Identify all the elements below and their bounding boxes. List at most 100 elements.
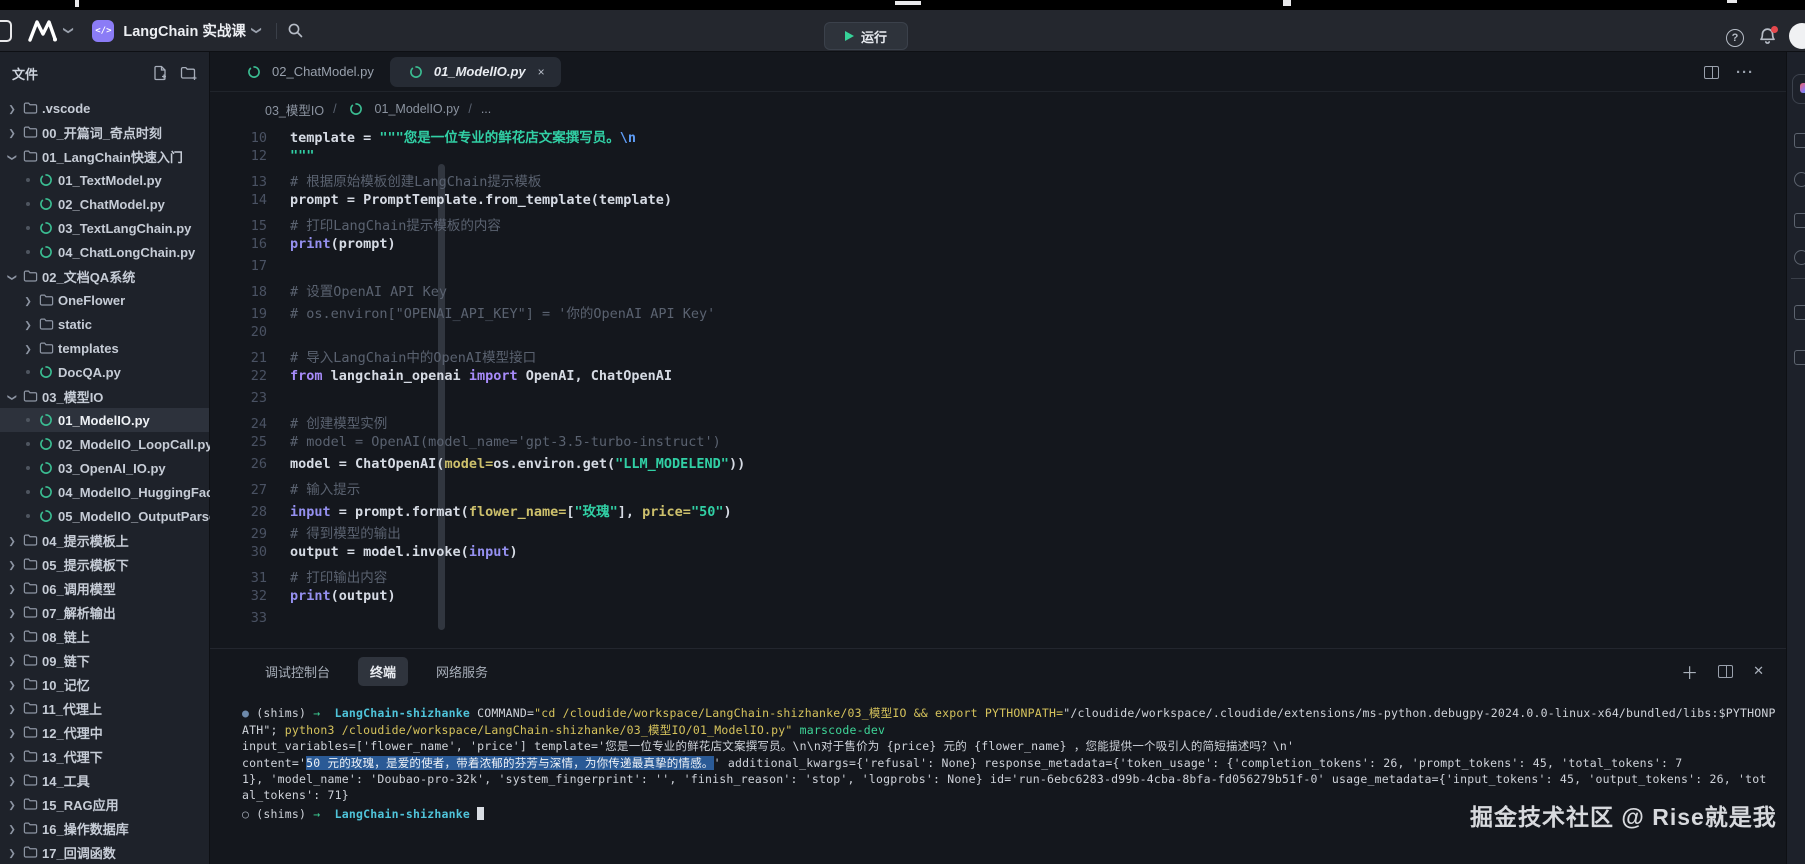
tab-terminal[interactable]: 终端 (358, 657, 408, 686)
more-icon[interactable]: ··· (1736, 64, 1754, 81)
tree-file-item[interactable]: 01_TextModel.py (0, 168, 209, 192)
tab-02-chatmodel[interactable]: 02_ChatModel.py (228, 52, 390, 92)
tree-folder-item[interactable]: ❯02_文档QA系统 (0, 264, 209, 288)
apps-icon[interactable] (1794, 305, 1805, 320)
chevron-icon: ❯ (4, 819, 20, 837)
chevron-icon: ❯ (4, 387, 20, 405)
chevron-icon: ❯ (4, 555, 20, 573)
chevron-down-icon[interactable]: ❯ (63, 26, 74, 34)
folder-icon (20, 533, 40, 547)
help-icon[interactable]: ? (1726, 29, 1744, 47)
tree-item-label: 04_提示模板上 (42, 531, 129, 550)
chevron-icon: ❯ (4, 99, 20, 117)
breadcrumb-folder[interactable]: 03_模型IO (265, 100, 324, 119)
line-number: 32 (210, 588, 290, 604)
settings-icon[interactable] (1794, 250, 1805, 265)
marscode-logo[interactable] (28, 20, 58, 42)
tree-file-item[interactable]: 04_ChatLongChain.py (0, 240, 209, 264)
breadcrumb-file[interactable]: 01_ModelIO.py (375, 102, 460, 116)
code-line: 15# 打印LangChain提示模板的内容 (210, 214, 1786, 236)
chevron-icon: ❯ (4, 795, 20, 813)
tree-folder-item[interactable]: ❯static (0, 312, 209, 336)
sidebar-toggle-icon[interactable] (0, 20, 12, 42)
tree-folder-item[interactable]: ❯.vscode (0, 96, 209, 120)
tree-folder-item[interactable]: ❯07_解析输出 (0, 600, 209, 624)
folder-icon (20, 677, 40, 691)
tree-file-item[interactable]: DocQA.py (0, 360, 209, 384)
folder-icon (20, 797, 40, 811)
code-editor[interactable]: 10template = """您是一位专业的鲜花店文案撰写员。\n12"""1… (210, 126, 1786, 648)
chevron-icon: ❯ (4, 699, 20, 717)
line-number: 29 (210, 526, 290, 542)
panel-icon[interactable] (1794, 133, 1805, 148)
search-icon[interactable] (287, 22, 304, 39)
line-number: 28 (210, 504, 290, 520)
tree-folder-item[interactable]: ❯14_工具 (0, 768, 209, 792)
new-folder-icon[interactable] (180, 65, 197, 81)
line-number: 18 (210, 284, 290, 300)
tab-debug-console[interactable]: 调试控制台 (265, 657, 330, 686)
tree-file-item[interactable]: 01_ModelIO.py (0, 408, 209, 432)
tree-folder-item[interactable]: ❯04_提示模板上 (0, 528, 209, 552)
ai-assistant-icon[interactable] (1792, 74, 1805, 104)
tree-file-item[interactable]: 03_TextLangChain.py (0, 216, 209, 240)
tree-folder-item[interactable]: ❯13_代理下 (0, 744, 209, 768)
status-dot-icon (20, 226, 36, 230)
breadcrumb-more[interactable]: ... (481, 102, 491, 116)
line-number: 24 (210, 416, 290, 432)
plus-icon[interactable]: ＋ (1681, 659, 1698, 684)
split-editor-icon[interactable] (1704, 66, 1719, 79)
tree-folder-item[interactable]: ❯00_开篇词_奇点时刻 (0, 120, 209, 144)
status-dot-icon (20, 202, 36, 206)
tree-file-item[interactable]: 03_OpenAI_IO.py (0, 456, 209, 480)
tree-folder-item[interactable]: ❯templates (0, 336, 209, 360)
notification-badge (1771, 26, 1778, 33)
user-icon[interactable] (1794, 172, 1805, 187)
code-line: 18# 设置OpenAI API Key (210, 280, 1786, 302)
chevron-down-icon[interactable]: ❯ (251, 26, 262, 34)
tools-icon[interactable] (1794, 350, 1805, 365)
python-file-icon (36, 437, 56, 451)
avatar[interactable] (1789, 23, 1805, 49)
tree-file-item[interactable]: 04_ModelIO_HuggingFace.py (0, 480, 209, 504)
tab-01-modelio[interactable]: 01_ModelIO.py × (390, 57, 561, 87)
tree-folder-item[interactable]: ❯16_操作数据库 (0, 816, 209, 840)
tree-folder-item[interactable]: ❯01_LangChain快速入门 (0, 144, 209, 168)
tree-file-item[interactable]: 02_ModelIO_LoopCall.py (0, 432, 209, 456)
tree-item-label: 00_开篇词_奇点时刻 (42, 123, 162, 142)
split-panel-icon[interactable] (1718, 665, 1733, 678)
tree-folder-item[interactable]: ❯10_记忆 (0, 672, 209, 696)
tree-item-label: 06_调用模型 (42, 579, 116, 598)
folder-icon (20, 389, 40, 403)
close-icon[interactable]: × (538, 65, 545, 79)
tree-folder-item[interactable]: ❯15_RAG应用 (0, 792, 209, 816)
terminal-output[interactable]: ● (shims) → LangChain-shizhanke COMMAND=… (242, 705, 1786, 864)
tree-item-label: 12_代理中 (42, 723, 103, 742)
folder-icon (20, 821, 40, 835)
tree-folder-item[interactable]: ❯08_链上 (0, 624, 209, 648)
tree-folder-item[interactable]: ❯17_回调函数 (0, 840, 209, 864)
new-file-icon[interactable] (152, 65, 168, 81)
code-line: 19# os.environ["OPENAI_API_KEY"] = '你的Op… (210, 302, 1786, 324)
code-line: 32print(output) (210, 588, 1786, 610)
status-dot-icon (20, 442, 36, 446)
folder-icon (36, 341, 56, 355)
project-title[interactable]: LangChain 实战课 (123, 20, 245, 41)
extension-icon[interactable] (1794, 213, 1805, 228)
tree-file-item[interactable]: 05_ModelIO_OutputParser.py (0, 504, 209, 528)
tree-folder-item[interactable]: ❯OneFlower (0, 288, 209, 312)
tree-folder-item[interactable]: ❯03_模型IO (0, 384, 209, 408)
tree-folder-item[interactable]: ❯12_代理中 (0, 720, 209, 744)
tab-network-service[interactable]: 网络服务 (436, 657, 488, 686)
tree-folder-item[interactable]: ❯09_链下 (0, 648, 209, 672)
tree-folder-item[interactable]: ❯05_提示模板下 (0, 552, 209, 576)
tree-folder-item[interactable]: ❯ 11_代理上 (0, 696, 209, 720)
run-button[interactable]: 运行 (824, 22, 908, 50)
terminal-line: content='50 元的玫瑰，是爱的使者，带着浓郁的芬芳与深情，为你传递最真… (242, 755, 1786, 772)
folder-icon (20, 701, 40, 715)
tree-folder-item[interactable]: ❯06_调用模型 (0, 576, 209, 600)
close-icon[interactable]: ✕ (1753, 663, 1764, 679)
folder-icon (20, 557, 40, 571)
tree-item-label: 11_代理上 (42, 699, 102, 718)
tree-file-item[interactable]: 02_ChatModel.py (0, 192, 209, 216)
